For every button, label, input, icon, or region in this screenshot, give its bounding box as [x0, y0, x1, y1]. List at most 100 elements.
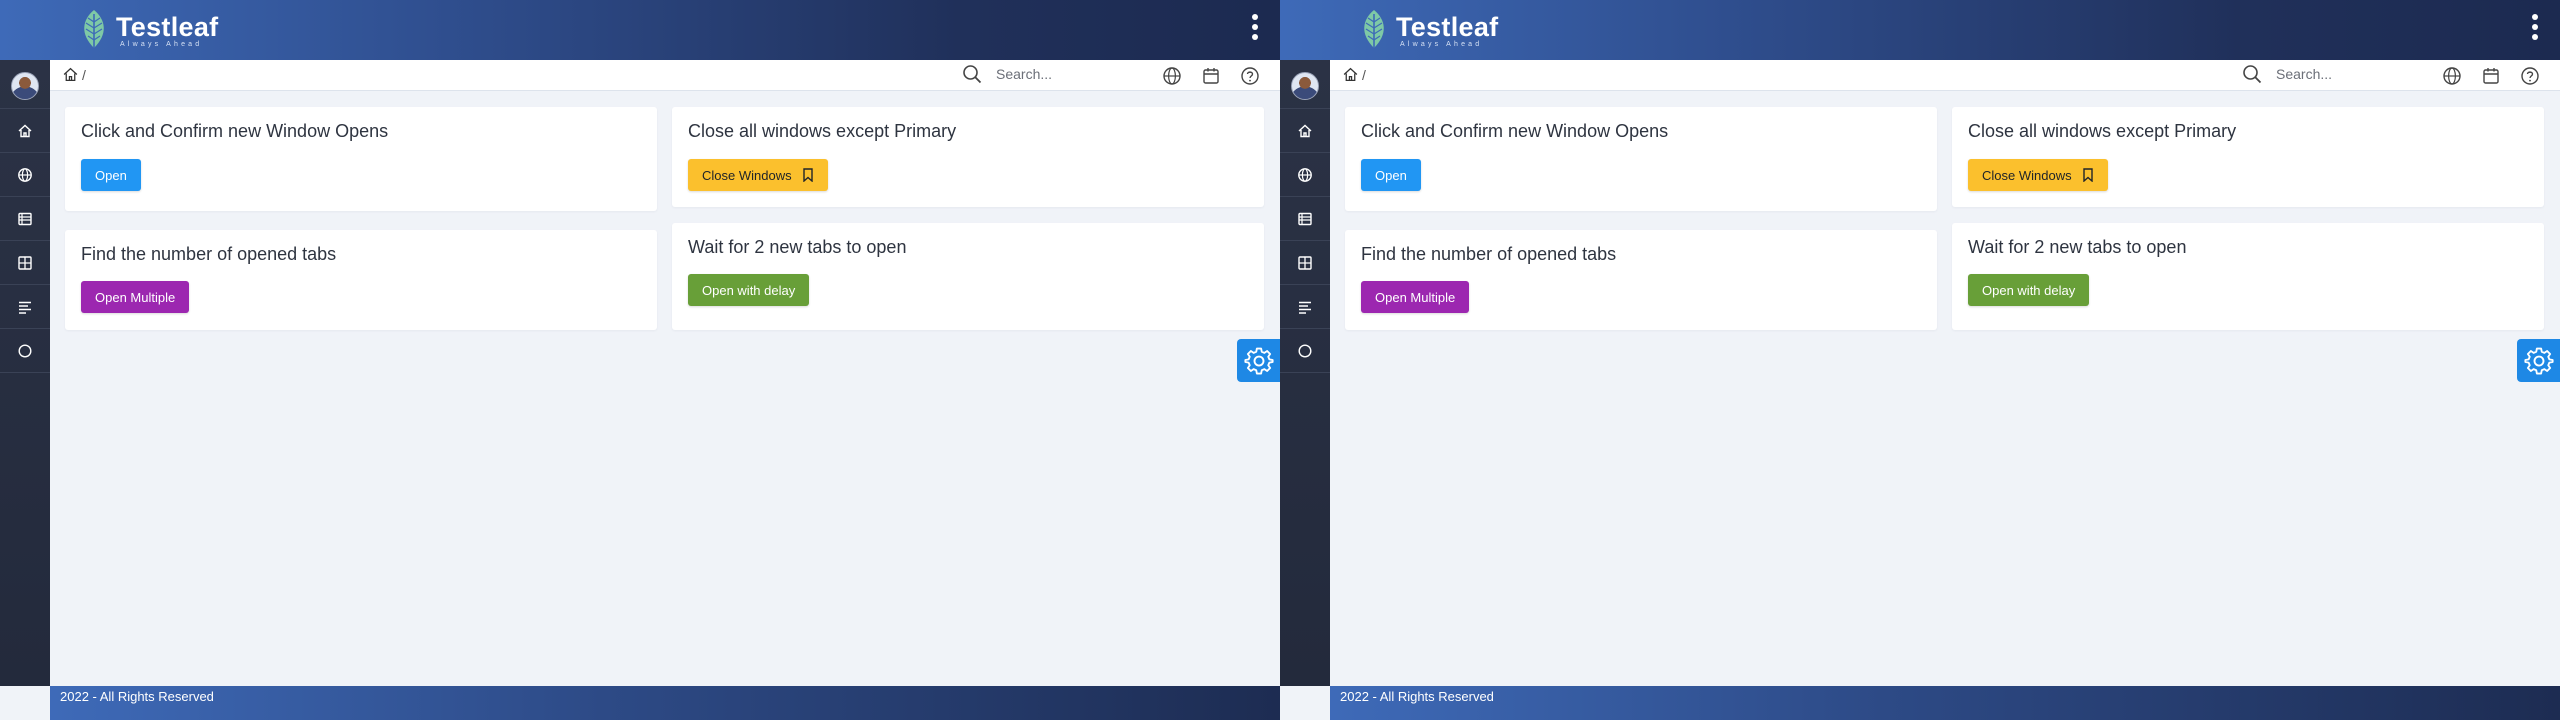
globe-icon	[18, 167, 32, 182]
browser-window-left: Testleaf Always Ahead / Search... Click …	[0, 0, 1280, 720]
brand-name: Testleaf	[1396, 11, 1499, 42]
circle-icon	[18, 343, 32, 358]
card-delay-tabs: Wait for 2 new tabs to open Open with de…	[672, 223, 1264, 330]
brand-tagline: Always Ahead	[1400, 40, 1483, 48]
search-input[interactable]	[2274, 65, 2418, 83]
sidebar	[1280, 60, 1330, 686]
help-icon[interactable]	[2520, 66, 2540, 86]
button-label: Open with delay	[702, 282, 796, 298]
card-opened-tabs: Find the number of opened tabs Open Mult…	[1345, 230, 1937, 330]
sidebar-item-home[interactable]	[1280, 108, 1330, 152]
card-open-window: Click and Confirm new Window Opens Open	[65, 107, 657, 211]
breadcrumb: /	[62, 66, 86, 83]
sidebar-item-globe[interactable]	[1280, 152, 1330, 196]
home-icon	[18, 124, 32, 137]
sidebar-item-grid[interactable]	[1280, 240, 1330, 284]
grid-icon	[18, 255, 32, 270]
top-bar: Testleaf Always Ahead	[0, 0, 1280, 60]
sidebar-item-circle[interactable]	[0, 328, 50, 373]
footer-text: 2022 - All Rights Reserved	[1340, 689, 1494, 704]
sidebar-item-circle[interactable]	[1280, 328, 1330, 373]
card-opened-tabs: Find the number of opened tabs Open Mult…	[65, 230, 657, 330]
browser-window-right: Testleaf Always Ahead / Search... Click …	[1280, 0, 2560, 720]
bookmark-icon	[2082, 168, 2093, 182]
sidebar-item-list[interactable]	[0, 196, 50, 240]
globe-icon[interactable]	[2442, 66, 2462, 86]
card-close-windows: Close all windows except Primary Close W…	[1952, 107, 2544, 207]
sidebar-item-list[interactable]	[1280, 196, 1330, 240]
breadcrumb-bar: /	[1330, 60, 2560, 91]
open-multiple-button[interactable]: Open Multiple	[1361, 281, 1470, 313]
leaf-logo-icon	[1364, 10, 1384, 48]
brand-tagline: Always Ahead	[120, 40, 203, 48]
button-label: Open Multiple	[1375, 289, 1456, 305]
search-input[interactable]	[994, 65, 1138, 83]
button-label: Open	[95, 167, 127, 183]
footer: 2022 - All Rights Reserved	[1330, 686, 2560, 720]
list-icon	[1298, 212, 1312, 225]
kebab-menu-icon[interactable]	[2530, 14, 2540, 46]
globe-icon	[1298, 167, 1312, 182]
card-title: Find the number of opened tabs	[1361, 244, 1617, 264]
breadcrumb-separator: /	[1362, 66, 1366, 83]
sidebar-item-align-left[interactable]	[0, 284, 50, 328]
avatar[interactable]	[1291, 72, 1319, 100]
settings-toggle[interactable]	[1237, 339, 1280, 382]
sidebar-item-globe[interactable]	[0, 152, 50, 196]
card-open-window: Click and Confirm new Window Opens Open	[1345, 107, 1937, 211]
home-icon[interactable]	[1342, 66, 1359, 83]
testleaf-logo[interactable]: Testleaf Always Ahead	[78, 7, 218, 53]
sidebar-item-align-left[interactable]	[1280, 284, 1330, 328]
testleaf-logo[interactable]: Testleaf Always Ahead	[1358, 7, 1498, 53]
leaf-logo-icon	[84, 10, 104, 48]
button-label: Open	[1375, 167, 1407, 183]
settings-toggle[interactable]	[2517, 339, 2560, 382]
search-icon[interactable]	[2242, 64, 2262, 84]
bookmark-icon	[802, 168, 813, 182]
calendar-icon[interactable]	[1201, 66, 1221, 86]
button-label: Close Windows	[702, 167, 792, 183]
card-delay-tabs: Wait for 2 new tabs to open Open with de…	[1952, 223, 2544, 330]
grid-icon	[1298, 255, 1312, 270]
open-with-delay-button[interactable]: Open with delay	[1968, 274, 2090, 306]
button-label: Open Multiple	[95, 289, 176, 305]
card-close-windows: Close all windows except Primary Close W…	[672, 107, 1264, 207]
kebab-menu-icon[interactable]	[1250, 14, 1260, 46]
home-icon[interactable]	[62, 66, 79, 83]
breadcrumb-separator: /	[82, 66, 86, 83]
card-title: Click and Confirm new Window Opens	[1361, 121, 1669, 141]
top-bar: Testleaf Always Ahead	[1280, 0, 2560, 60]
footer-text: 2022 - All Rights Reserved	[60, 689, 214, 704]
circle-icon	[1298, 343, 1312, 358]
sidebar-item-home[interactable]	[0, 108, 50, 152]
open-button[interactable]: Open	[81, 159, 141, 191]
globe-icon[interactable]	[1162, 66, 1182, 86]
close-windows-button[interactable]: Close Windows	[1968, 159, 2108, 191]
gear-icon	[1243, 347, 1274, 374]
home-icon	[1298, 124, 1312, 137]
gear-icon	[2523, 347, 2554, 374]
close-windows-button[interactable]: Close Windows	[688, 159, 828, 191]
calendar-icon[interactable]	[2481, 66, 2501, 86]
help-icon[interactable]	[1240, 66, 1260, 86]
card-title: Wait for 2 new tabs to open	[688, 237, 907, 257]
button-label: Open with delay	[1982, 282, 2076, 298]
search-bar	[962, 64, 1138, 84]
breadcrumb-bar: /	[50, 60, 1280, 91]
breadcrumb: /	[1342, 66, 1366, 83]
button-label: Close Windows	[1982, 167, 2072, 183]
search-bar	[2242, 64, 2418, 84]
open-button[interactable]: Open	[1361, 159, 1421, 191]
avatar[interactable]	[11, 72, 39, 100]
sidebar-item-grid[interactable]	[0, 240, 50, 284]
card-title: Close all windows except Primary	[688, 121, 957, 141]
align-left-icon	[1299, 301, 1311, 314]
search-icon[interactable]	[962, 64, 982, 84]
card-title: Close all windows except Primary	[1968, 121, 2237, 141]
footer: 2022 - All Rights Reserved	[50, 686, 1280, 720]
card-title: Click and Confirm new Window Opens	[81, 121, 389, 141]
align-left-icon	[19, 301, 31, 314]
card-title: Wait for 2 new tabs to open	[1968, 237, 2187, 257]
open-with-delay-button[interactable]: Open with delay	[688, 274, 810, 306]
open-multiple-button[interactable]: Open Multiple	[81, 281, 190, 313]
